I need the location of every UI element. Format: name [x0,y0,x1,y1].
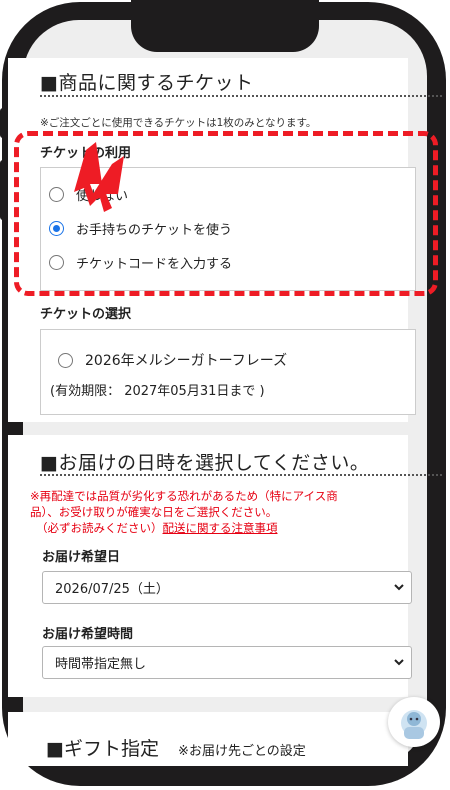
delivery-notes-link[interactable]: 配送に関する注意事項 [163,521,278,535]
ticket-section-title: ■商品に関するチケット [40,72,254,94]
warning-prefix: （必ずお読みください） [36,521,163,535]
delivery-warning: 品）、お受け取りが確実な日をご選択ください。 [30,505,278,519]
ticket-expiry: (有効期限： 2027年05月31日まで ) [50,384,265,399]
date-select[interactable]: 2026/07/25（土） [42,571,412,604]
ticket-note: ※ご注文ごとに使用できるチケットは1枚のみとなります。 [40,117,317,129]
date-value: 2026/07/25（土） [55,582,169,597]
chat-assistant-button[interactable] [388,697,440,747]
chat-assistant-icon [401,710,427,739]
gift-note: ※お届け先ごとの設定 [178,744,306,759]
date-label: お届け希望日 [42,550,121,565]
divider [40,95,442,97]
ticket-option[interactable]: 2026年メルシーガトーフレーズ [58,350,287,370]
gift-heading: ■ギフト指定 ※お届け先ごとの設定 [46,734,306,761]
ticket-selection-label: チケットの選択 [40,307,132,322]
time-select[interactable]: 時間帯指定無し [42,646,412,679]
phone-notch [131,0,319,52]
arrow-pointer-icon [74,142,124,212]
delivery-warning-line3: （必ずお読みください）配送に関する注意事項 [36,520,278,536]
radio-button[interactable] [58,352,73,368]
divider [40,474,442,476]
ticket-selection-box [40,329,416,415]
delivery-warning: ※再配達では品質が劣化する恐れがあるため（特にアイス商 [30,489,338,503]
gift-section-title: ■ギフト指定 [46,738,159,760]
time-label: お届け希望時間 [42,627,134,642]
ticket-name: 2026年メルシーガトーフレーズ [85,353,288,369]
chevron-down-icon [394,584,404,591]
phone-side-button [0,160,6,220]
phone-side-button [0,108,6,138]
delivery-section-title: ■お届けの日時を選択してください。 [40,452,370,474]
chevron-down-icon [394,659,404,666]
time-value: 時間帯指定無し [55,657,147,672]
